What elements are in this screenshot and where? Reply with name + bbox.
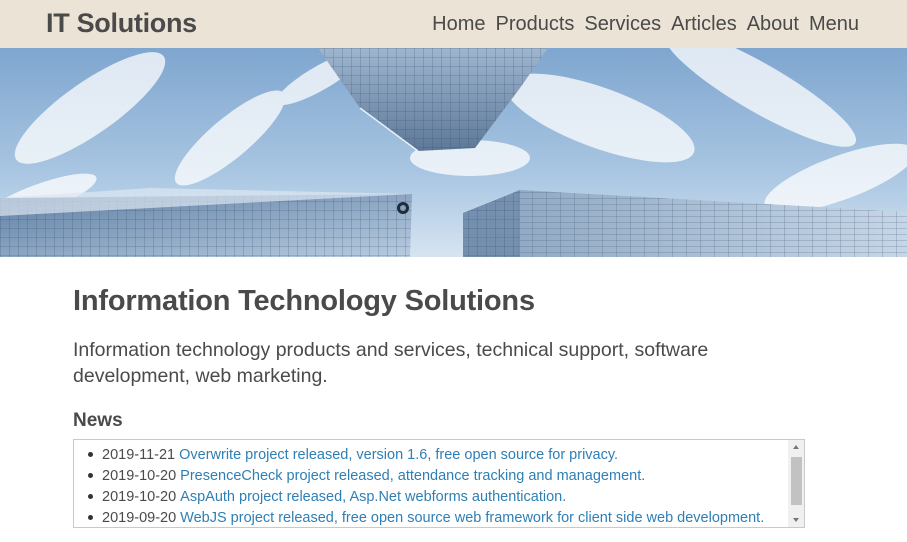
news-item: 2019-10-20 PresenceCheck project release…: [80, 465, 804, 486]
bullet-icon: [88, 494, 93, 499]
nav-about-link[interactable]: About: [747, 13, 799, 36]
nav-products-link[interactable]: Products: [495, 13, 574, 36]
bullet-icon: [88, 473, 93, 478]
bullet-icon: [88, 515, 93, 520]
news-link[interactable]: WebJS project released, free open source…: [180, 510, 764, 526]
news-date: 2019-09-20: [102, 509, 177, 526]
hero-skyscrapers-illustration: [0, 48, 907, 257]
news-scrollbar[interactable]: [788, 440, 804, 527]
scroll-down-arrow-icon[interactable]: [788, 513, 804, 527]
nav-services-link[interactable]: Services: [584, 13, 661, 36]
bullet-icon: [88, 452, 93, 457]
page-title: Information Technology Solutions: [73, 285, 535, 317]
news-date: 2019-10-20: [102, 467, 177, 484]
news-item: 2019-09-20 WebJS project released, free …: [80, 507, 804, 527]
nav-menu-link[interactable]: Menu: [809, 13, 859, 36]
scroll-up-arrow-icon[interactable]: [788, 440, 804, 454]
news-link[interactable]: AspAuth project released, Asp.Net webfor…: [180, 489, 566, 505]
news-item: 2019-10-20 AspAuth project released, Asp…: [80, 486, 804, 507]
nav-articles-link[interactable]: Articles: [671, 13, 737, 36]
scroll-thumb[interactable]: [791, 457, 802, 505]
news-list: 2019-11-21 Overwrite project released, v…: [74, 440, 804, 527]
main-content: Information Technology Solutions Informa…: [73, 285, 813, 432]
news-item: 2019-11-21 Overwrite project released, v…: [80, 444, 804, 465]
hero-image: [0, 48, 907, 257]
lead-text: Information technology products and serv…: [73, 339, 709, 387]
news-date: 2019-11-21: [102, 446, 176, 463]
site-brand[interactable]: IT Solutions: [46, 8, 197, 39]
news-link[interactable]: Overwrite project released, version 1.6,…: [179, 447, 618, 463]
news-list-box[interactable]: 2019-11-21 Overwrite project released, v…: [73, 439, 805, 528]
main-nav: Home Products Services Articles About Me…: [432, 13, 859, 36]
news-heading: News: [73, 410, 123, 431]
news-link[interactable]: PresenceCheck project released, attendan…: [180, 468, 645, 484]
site-header: IT Solutions Home Products Services Arti…: [0, 0, 907, 48]
news-date: 2019-10-20: [102, 488, 177, 505]
nav-home-link[interactable]: Home: [432, 13, 485, 36]
